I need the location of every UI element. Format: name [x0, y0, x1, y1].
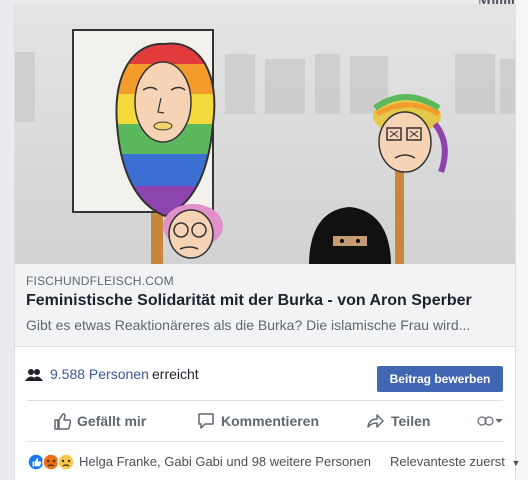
angry-reaction-icon	[42, 453, 60, 471]
link-preview-image[interactable]	[15, 4, 515, 264]
post-card: FISCHUNDFLEISCH.COM Feministische Solida…	[14, 4, 520, 480]
reactions-row: Helga Franke, Gabi Gabi und 98 weitere P…	[27, 448, 520, 476]
caret-down-icon: ▼	[511, 458, 521, 468]
comment-sort-dropdown[interactable]: Relevanteste zuerst ▼	[390, 454, 520, 469]
share-button[interactable]: Teilen	[367, 401, 430, 441]
people-icon	[25, 369, 43, 381]
reaction-icons[interactable]	[27, 453, 77, 471]
audience-selector[interactable]	[477, 401, 509, 441]
cartoon-illustration	[15, 4, 515, 264]
link-title[interactable]: Feministische Solidarität mit der Burka …	[26, 292, 472, 310]
adjacent-column	[514, 0, 528, 480]
reach-row: 9.588 Personen erreicht Beitrag bewerben	[15, 354, 515, 396]
reaction-names[interactable]: Helga Franke, Gabi Gabi und 98 weitere P…	[79, 454, 371, 469]
like-label: Gefällt mir	[77, 413, 147, 429]
reaction-chooser-icon	[477, 416, 503, 426]
comment-button[interactable]: Kommentieren	[197, 401, 319, 441]
link-preview-meta[interactable]: FISCHUNDFLEISCH.COM Feministische Solida…	[15, 264, 515, 347]
comment-label: Kommentieren	[221, 413, 320, 429]
link-domain: FISCHUNDFLEISCH.COM	[26, 274, 174, 288]
thumbs-up-icon	[54, 413, 71, 430]
comment-icon	[198, 413, 214, 429]
like-reaction-icon	[27, 453, 45, 471]
like-button[interactable]: Gefällt mir	[53, 401, 146, 441]
sad-reaction-icon	[57, 453, 75, 471]
link-description: Gibt es etwas Reaktionäreres als die Bur…	[26, 317, 471, 333]
sort-label: Relevanteste zuerst	[390, 454, 505, 469]
post-actions-bar: Gefällt mir Kommentieren Teilen	[27, 400, 503, 442]
reach-count-link[interactable]: 9.588 Personen	[50, 366, 149, 382]
boost-post-button[interactable]: Beitrag bewerben	[377, 366, 503, 392]
share-icon	[367, 414, 384, 428]
reach-suffix: erreicht	[152, 366, 199, 382]
share-label: Teilen	[391, 413, 431, 429]
